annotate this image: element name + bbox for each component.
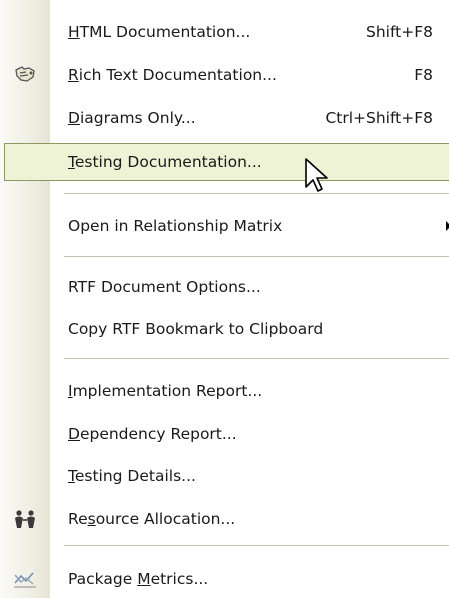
menu-item-open-in-relationship-matrix[interactable]: Open in Relationship Matrix	[0, 207, 449, 245]
menu-item-diagrams-only[interactable]: Diagrams Only... Ctrl+Shift+F8	[0, 99, 449, 137]
menu-item-label: Open in Relationship Matrix	[68, 217, 283, 235]
package-metrics-icon	[14, 572, 36, 588]
menu-item-rich-text-documentation[interactable]: Rich Text Documentation... F8	[0, 56, 449, 94]
menu-item-testing-documentation[interactable]: Testing Documentation...	[4, 143, 449, 181]
menu-item-html-documentation[interactable]: HTML Documentation... Shift+F8	[0, 13, 449, 51]
menu-item-label: Package Metrics...	[68, 570, 209, 588]
menu-item-label: Resource Allocation...	[68, 510, 236, 528]
context-menu: HTML Documentation... Shift+F8 Rich Text…	[0, 0, 449, 598]
menu-item-label: Implementation Report...	[68, 382, 263, 400]
menu-item-label: Diagrams Only...	[68, 109, 196, 127]
menu-item-shortcut: F8	[414, 66, 433, 84]
menu-item-label: Rich Text Documentation...	[68, 66, 277, 84]
menu-item-label: Testing Documentation...	[68, 153, 262, 171]
mouse-cursor-icon	[305, 158, 328, 192]
menu-item-dependency-report[interactable]: Dependency Report...	[0, 415, 449, 453]
menu-item-shortcut: Shift+F8	[366, 23, 433, 41]
menu-item-label: Testing Details...	[68, 467, 196, 485]
menu-item-label: HTML Documentation...	[68, 23, 251, 41]
menu-item-label: Copy RTF Bookmark to Clipboard	[68, 320, 324, 338]
menu-item-testing-details[interactable]: Testing Details...	[0, 457, 449, 495]
menu-separator	[64, 256, 449, 257]
menu-item-rtf-document-options[interactable]: RTF Document Options...	[0, 268, 449, 306]
menu-item-label: Dependency Report...	[68, 425, 237, 443]
menu-item-label: RTF Document Options...	[68, 278, 261, 296]
menu-separator	[64, 545, 449, 546]
menu-separator	[64, 193, 449, 194]
menu-item-implementation-report[interactable]: Implementation Report...	[0, 372, 449, 410]
menu-separator	[64, 358, 449, 359]
menu-item-copy-rtf-bookmark[interactable]: Copy RTF Bookmark to Clipboard	[0, 310, 449, 348]
rich-text-doc-icon	[15, 66, 35, 82]
resource-allocation-icon	[15, 510, 35, 528]
menu-item-resource-allocation[interactable]: Resource Allocation...	[0, 500, 449, 538]
menu-item-shortcut: Ctrl+Shift+F8	[325, 109, 433, 127]
menu-item-package-metrics[interactable]: Package Metrics...	[0, 560, 449, 598]
